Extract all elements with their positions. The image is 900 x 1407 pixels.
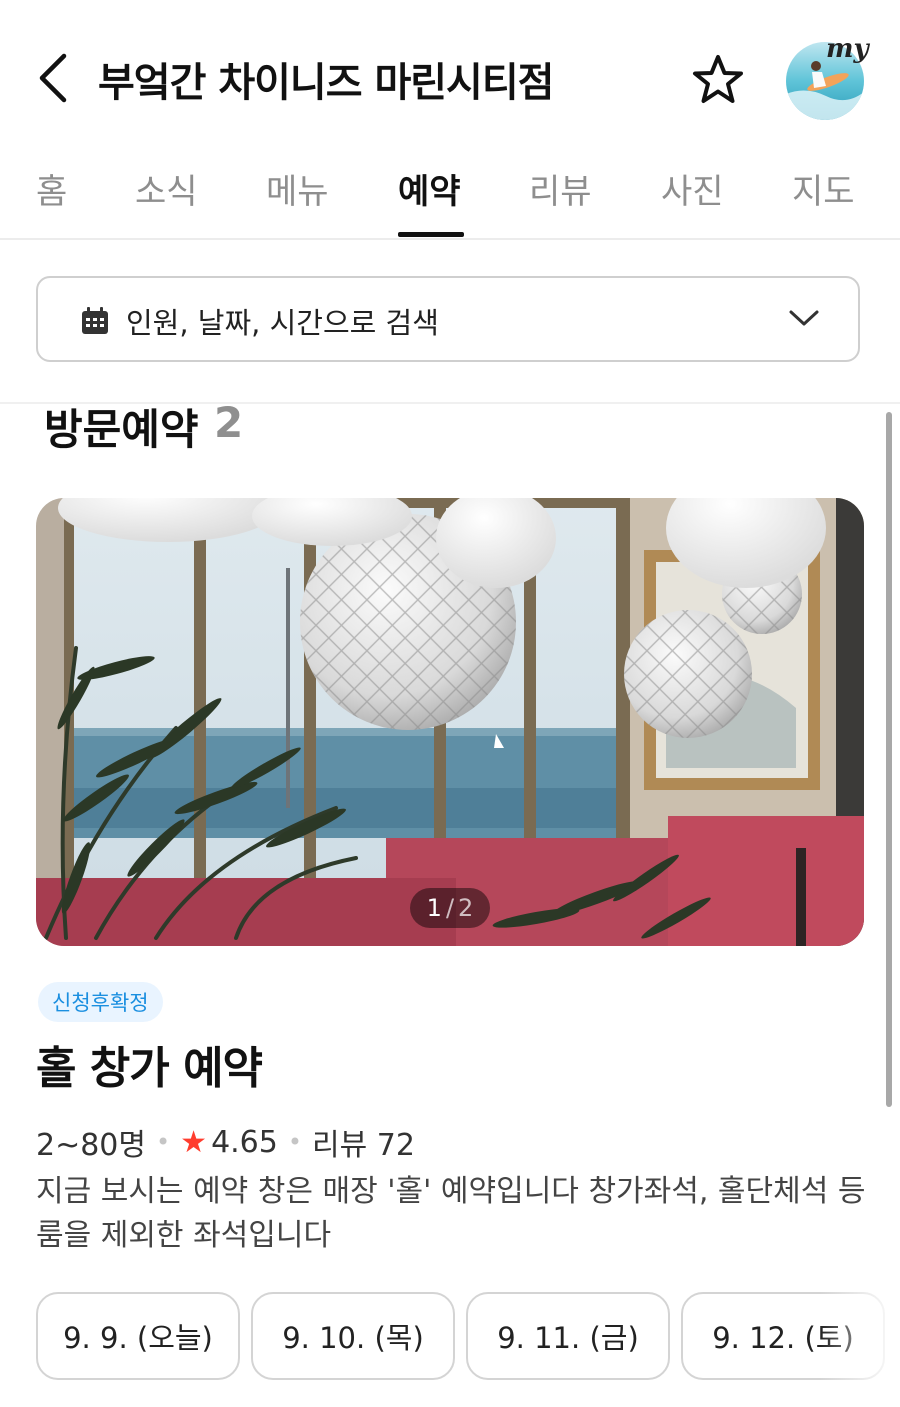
rating-star-icon: ★ xyxy=(180,1124,208,1160)
search-placeholder: 인원, 날짜, 시간으로 검색 xyxy=(126,306,439,340)
tab-review[interactable]: 리뷰 xyxy=(529,164,592,213)
back-button[interactable] xyxy=(28,48,78,108)
tab-photo[interactable]: 사진 xyxy=(661,164,724,213)
status-badge: 신청후확정 xyxy=(38,982,163,1022)
active-tab-indicator xyxy=(398,232,464,237)
product-meta: 2~80명 • ★ 4.65 • 리뷰 72 xyxy=(36,1120,415,1164)
review-count[interactable]: 리뷰 72 xyxy=(312,1120,415,1164)
tab-menu[interactable]: 메뉴 xyxy=(266,164,329,213)
tab-home[interactable]: 홈 xyxy=(36,164,67,213)
star-outline-icon xyxy=(693,55,743,103)
date-chip-list: 9. 9. (오늘) 9. 10. (목) 9. 11. (금) 9. 12. … xyxy=(36,1292,900,1382)
reservation-photo-carousel[interactable]: 1 / 2 xyxy=(36,498,864,946)
meta-separator: • xyxy=(156,1128,171,1156)
product-description: 지금 보시는 예약 창은 매장 '홀' 예약입니다 창가좌석, 홀단체석 등 룸… xyxy=(36,1174,866,1253)
restaurant-interior-image xyxy=(36,498,864,946)
product-title[interactable]: 홀 창가 예약 xyxy=(36,1032,263,1096)
scrollbar[interactable] xyxy=(886,412,892,1107)
chevron-down-icon xyxy=(789,310,819,326)
carousel-pager: 1 / 2 xyxy=(410,888,490,928)
header: 부엌간 차이니즈 마린시티점 my xyxy=(0,0,900,150)
meta-separator: • xyxy=(287,1128,303,1156)
capacity-text: 2~80명 xyxy=(36,1128,146,1163)
tab-news[interactable]: 소식 xyxy=(135,164,198,213)
pager-total: 2 xyxy=(458,894,474,922)
date-chip[interactable]: 9. 9. (오늘) xyxy=(36,1292,240,1380)
date-chip[interactable]: 9. 12. (토) xyxy=(681,1292,885,1380)
calendar-icon xyxy=(82,307,108,334)
back-arrow-icon xyxy=(39,53,67,103)
pager-current: 1 xyxy=(426,894,442,922)
tab-reservation[interactable]: 예약 xyxy=(398,164,461,213)
tab-bar: 홈 소식 메뉴 예약 리뷰 사진 지도 xyxy=(0,150,900,240)
pager-separator: / xyxy=(445,894,455,922)
date-chip[interactable]: 9. 10. (목) xyxy=(251,1292,455,1380)
rating-value: 4.65 xyxy=(211,1124,278,1160)
avatar-my-label: my xyxy=(826,34,869,64)
date-chip[interactable]: 9. 11. (금) xyxy=(466,1292,670,1380)
section-title: 방문예약 xyxy=(44,405,199,454)
tab-map[interactable]: 지도 xyxy=(792,164,855,213)
reservation-search-dropdown[interactable]: 인원, 날짜, 시간으로 검색 xyxy=(36,276,860,362)
page-title: 부엌간 차이니즈 마린시티점 xyxy=(98,60,554,106)
section-count: 2 xyxy=(214,398,244,447)
favorite-button[interactable] xyxy=(690,50,746,110)
